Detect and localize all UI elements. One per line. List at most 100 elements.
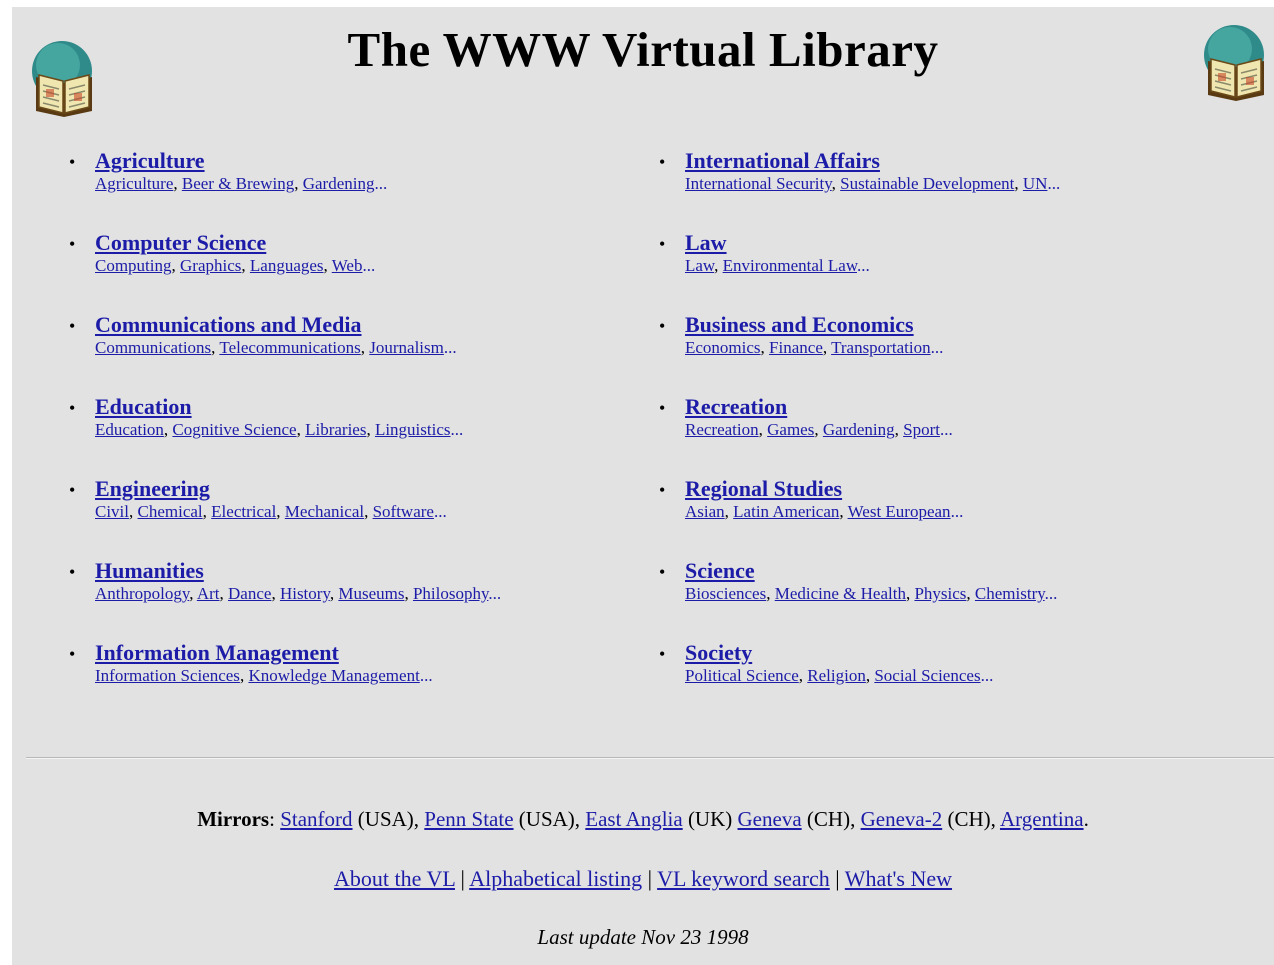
subcategory-link-political-science[interactable]: Political Science <box>685 666 799 685</box>
mirror-link-argentina[interactable]: Argentina <box>1000 807 1084 831</box>
more-ellipsis: ... <box>419 666 433 685</box>
category-link-regional-studies[interactable]: Regional Studies <box>685 477 1212 501</box>
category-link-education[interactable]: Education <box>95 395 622 419</box>
subcategory-link-museums[interactable]: Museums <box>338 584 404 603</box>
bullet-icon: • <box>659 234 666 254</box>
more-ellipsis: ... <box>950 502 964 521</box>
subcategory-link-social-sciences[interactable]: Social Sciences <box>874 666 980 685</box>
subcategory-link-linguistics[interactable]: Linguistics <box>375 420 451 439</box>
subcategory-link-un[interactable]: UN <box>1023 174 1048 193</box>
subcategory-link-west-european[interactable]: West European <box>848 502 951 521</box>
subcategory-link-gardening[interactable]: Gardening <box>823 420 895 439</box>
subcategory-link-journalism[interactable]: Journalism <box>369 338 444 357</box>
subcategory-link-asian[interactable]: Asian <box>685 502 725 521</box>
footer-link-about-the-vl[interactable]: About the VL <box>334 866 455 891</box>
page-title: The WWW Virtual Library <box>347 22 939 77</box>
subcategory-link-electrical[interactable]: Electrical <box>211 502 276 521</box>
subcategory-link-knowledge-management[interactable]: Knowledge Management <box>248 666 419 685</box>
subcategory-link-finance[interactable]: Finance <box>769 338 823 357</box>
footer-link-alphabetical-listing[interactable]: Alphabetical listing <box>469 866 642 891</box>
subcategory-link-dance[interactable]: Dance <box>228 584 271 603</box>
subcategory-link-history[interactable]: History <box>280 584 330 603</box>
footer-link-vl-keyword-search[interactable]: VL keyword search <box>657 866 830 891</box>
mirror-link-east-anglia[interactable]: East Anglia <box>585 807 682 831</box>
subcategory-link-education[interactable]: Education <box>95 420 164 439</box>
category-link-society[interactable]: Society <box>685 641 1212 665</box>
subcategory-link-games[interactable]: Games <box>767 420 814 439</box>
subcategory-link-religion[interactable]: Religion <box>807 666 866 685</box>
subcategory-link-languages[interactable]: Languages <box>250 256 324 275</box>
subcategory-link-gardening[interactable]: Gardening <box>303 174 375 193</box>
bullet-icon: • <box>69 644 76 664</box>
subcategory-link-libraries[interactable]: Libraries <box>305 420 366 439</box>
category-item: • International Affairs International Secu… <box>652 149 1212 231</box>
footer-link-what-s-new[interactable]: What's New <box>845 866 952 891</box>
subcategory-link-recreation[interactable]: Recreation <box>685 420 759 439</box>
subcategory-list: Education, Cognitive Science, Libraries,… <box>95 420 464 439</box>
more-ellipsis: ... <box>450 420 464 439</box>
subcategory-link-computing[interactable]: Computing <box>95 256 172 275</box>
mirror-country: (USA) <box>513 807 575 831</box>
subcategory-link-latin-american[interactable]: Latin American <box>733 502 839 521</box>
page: The WWW Virtual Library • Agriculture Agri… <box>12 7 1274 965</box>
category-link-humanities[interactable]: Humanities <box>95 559 622 583</box>
subcategory-link-environmental-law[interactable]: Environmental Law <box>723 256 857 275</box>
category-link-law[interactable]: Law <box>685 231 1212 255</box>
category-item: • Education Education, Cognitive Science, … <box>62 395 622 477</box>
subcategory-list: Agriculture, Beer & Brewing, Gardening..… <box>95 174 388 193</box>
mirror-country: (CH) <box>942 807 991 831</box>
mirror-link-penn-state[interactable]: Penn State <box>424 807 513 831</box>
subcategory-link-mechanical[interactable]: Mechanical <box>285 502 364 521</box>
category-link-agriculture[interactable]: Agriculture <box>95 149 622 173</box>
mirror-link-geneva[interactable]: Geneva <box>738 807 802 831</box>
category-link-business-and-economics[interactable]: Business and Economics <box>685 313 1212 337</box>
more-ellipsis: ... <box>362 256 376 275</box>
category-link-computer-science[interactable]: Computer Science <box>95 231 622 255</box>
subcategory-link-information-sciences[interactable]: Information Sciences <box>95 666 240 685</box>
more-ellipsis: ... <box>939 420 953 439</box>
subcategory-link-law[interactable]: Law <box>685 256 714 275</box>
subcategory-link-art[interactable]: Art <box>197 584 220 603</box>
subcategory-link-sustainable-development[interactable]: Sustainable Development <box>840 174 1014 193</box>
bullet-icon: • <box>659 316 666 336</box>
mirrors-line: Mirrors: Stanford (USA), Penn State (USA… <box>12 807 1274 832</box>
mirror-country: (USA) <box>352 807 414 831</box>
subcategory-link-biosciences[interactable]: Biosciences <box>685 584 766 603</box>
more-ellipsis: ... <box>374 174 388 193</box>
subcategory-link-chemical[interactable]: Chemical <box>138 502 203 521</box>
mirror-link-geneva-2[interactable]: Geneva-2 <box>861 807 943 831</box>
subcategory-link-international-security[interactable]: International Security <box>685 174 832 193</box>
subcategory-link-transportation[interactable]: Transportation <box>831 338 931 357</box>
category-link-information-management[interactable]: Information Management <box>95 641 622 665</box>
subcategory-link-sport[interactable]: Sport <box>903 420 940 439</box>
subcategory-link-physics[interactable]: Physics <box>914 584 966 603</box>
mirrors-label: Mirrors <box>197 807 270 831</box>
category-item: • Society Political Science, Religion, Soc… <box>652 641 1212 723</box>
subcategory-link-web[interactable]: Web <box>332 256 363 275</box>
subcategory-link-anthropology[interactable]: Anthropology <box>95 584 189 603</box>
subcategory-link-economics[interactable]: Economics <box>685 338 761 357</box>
subcategory-link-chemistry[interactable]: Chemistry <box>975 584 1045 603</box>
subcategory-link-agriculture[interactable]: Agriculture <box>95 174 173 193</box>
category-link-recreation[interactable]: Recreation <box>685 395 1212 419</box>
category-item: • Engineering Civil, Chemical, Electrical,… <box>62 477 622 559</box>
category-link-science[interactable]: Science <box>685 559 1212 583</box>
mirror-link-stanford[interactable]: Stanford <box>280 807 352 831</box>
subcategory-list: Civil, Chemical, Electrical, Mechanical,… <box>95 502 447 521</box>
subcategory-link-medicine-and-health[interactable]: Medicine & Health <box>775 584 906 603</box>
subcategory-link-philosophy[interactable]: Philosophy <box>413 584 488 603</box>
subcategory-link-software[interactable]: Software <box>373 502 434 521</box>
bullet-icon: • <box>659 562 666 582</box>
category-item: • Communications and Media Communications,… <box>62 313 622 395</box>
category-link-communications-and-media[interactable]: Communications and Media <box>95 313 622 337</box>
mirrors-colon: : <box>269 807 281 831</box>
subcategory-link-graphics[interactable]: Graphics <box>180 256 241 275</box>
subcategory-link-beer-and-brewing[interactable]: Beer & Brewing <box>182 174 294 193</box>
category-link-international-affairs[interactable]: International Affairs <box>685 149 1212 173</box>
link-separator: | <box>454 866 470 891</box>
category-link-engineering[interactable]: Engineering <box>95 477 622 501</box>
subcategory-link-telecommunications[interactable]: Telecommunications <box>219 338 360 357</box>
subcategory-link-communications[interactable]: Communications <box>95 338 211 357</box>
subcategory-link-civil[interactable]: Civil <box>95 502 129 521</box>
subcategory-link-cognitive-science[interactable]: Cognitive Science <box>172 420 296 439</box>
